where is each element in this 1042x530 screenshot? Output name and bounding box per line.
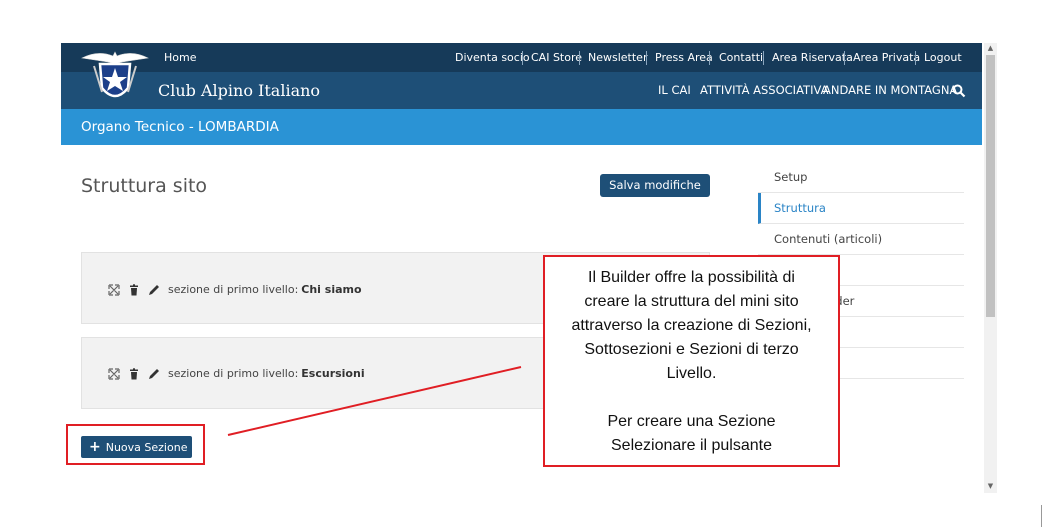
annotation-highlight-box [66, 424, 205, 465]
scroll-up-icon[interactable]: ▲ [986, 44, 995, 53]
scrollbar-thumb[interactable] [986, 55, 995, 317]
scroll-down-icon[interactable]: ▼ [986, 482, 995, 491]
